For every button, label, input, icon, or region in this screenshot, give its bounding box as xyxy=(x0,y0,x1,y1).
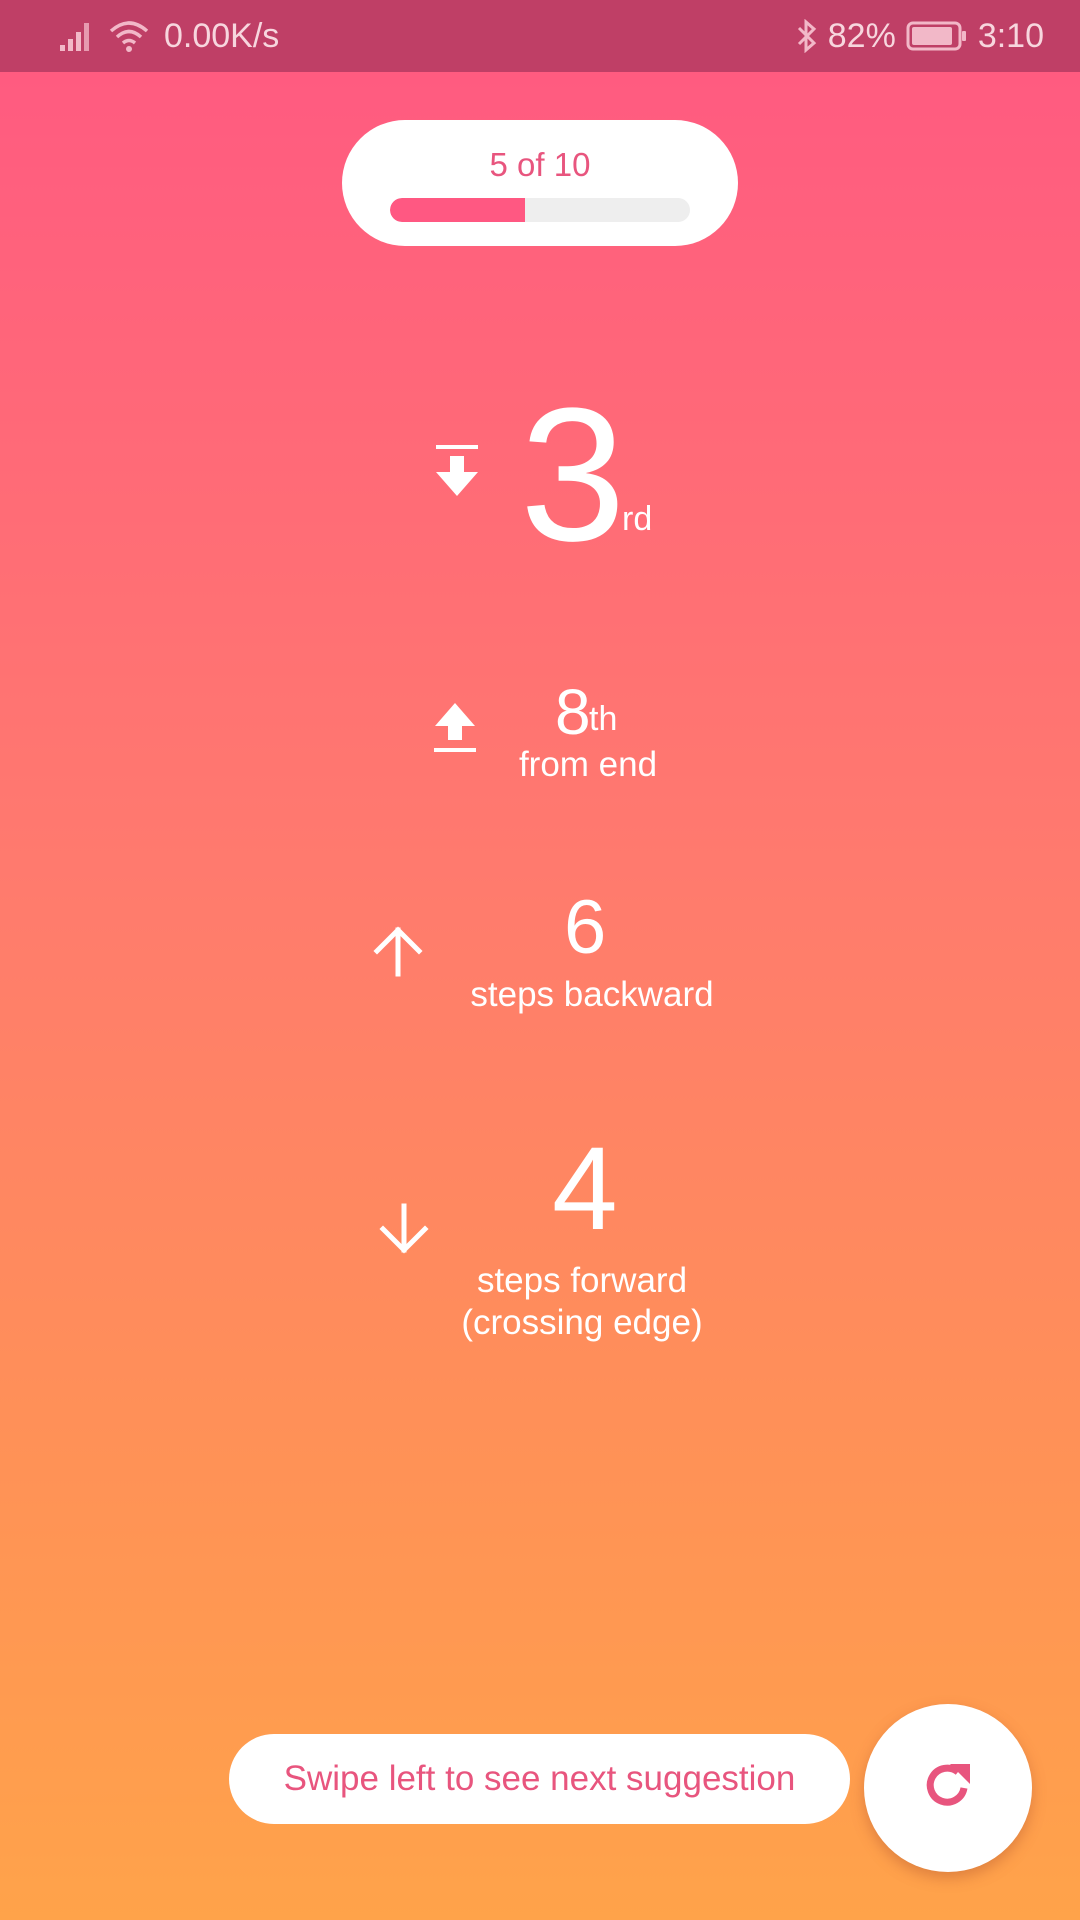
steps-backward-number: 6 xyxy=(564,885,607,970)
clock: 3:10 xyxy=(977,17,1044,55)
steps-backward-row: 6 steps backward xyxy=(0,890,1080,1020)
position-row-from-end: 8 th from end xyxy=(0,670,1080,790)
progress-indicator: 5 of 10 xyxy=(342,120,738,246)
refresh-button[interactable] xyxy=(864,1704,1032,1872)
steps-forward-number: 4 xyxy=(552,1123,618,1255)
progress-label: 5 of 10 xyxy=(489,146,591,183)
steps-backward-caption: steps backward xyxy=(470,975,714,1014)
position-number: 3 xyxy=(520,369,626,581)
bluetooth-icon xyxy=(796,19,818,53)
position-row-from-start: 3 rd xyxy=(0,380,1080,570)
status-left: 0.00K/s xyxy=(58,0,279,72)
steps-forward-row: 4 steps forward (crossing edge) xyxy=(0,1130,1080,1350)
position-suffix: rd xyxy=(622,500,653,538)
wifi-icon xyxy=(108,19,150,53)
from-end-number: 8 xyxy=(555,676,591,748)
progress-track xyxy=(390,198,690,222)
status-bar: 0.00K/s 82% 3:10 xyxy=(0,0,1080,72)
refresh-icon xyxy=(920,1758,976,1819)
arrow-up-icon xyxy=(372,924,424,978)
battery-icon xyxy=(906,21,968,51)
swipe-hint: Swipe left to see next suggestion xyxy=(229,1734,850,1824)
steps-forward-caption-line2: (crossing edge) xyxy=(461,1303,703,1342)
battery-percent: 82% xyxy=(827,17,896,55)
signal-icon xyxy=(58,19,94,53)
steps-forward-caption-line1: steps forward xyxy=(476,1261,688,1300)
move-to-bottom-icon xyxy=(432,700,478,756)
net-speed: 0.00K/s xyxy=(164,17,280,55)
progress-fill xyxy=(390,198,525,222)
from-end-caption: from end xyxy=(518,745,658,784)
from-end-suffix: th xyxy=(589,700,618,738)
arrow-down-icon xyxy=(378,1202,430,1256)
move-to-top-icon xyxy=(432,442,482,498)
status-right: 82% 3:10 xyxy=(796,0,1044,72)
